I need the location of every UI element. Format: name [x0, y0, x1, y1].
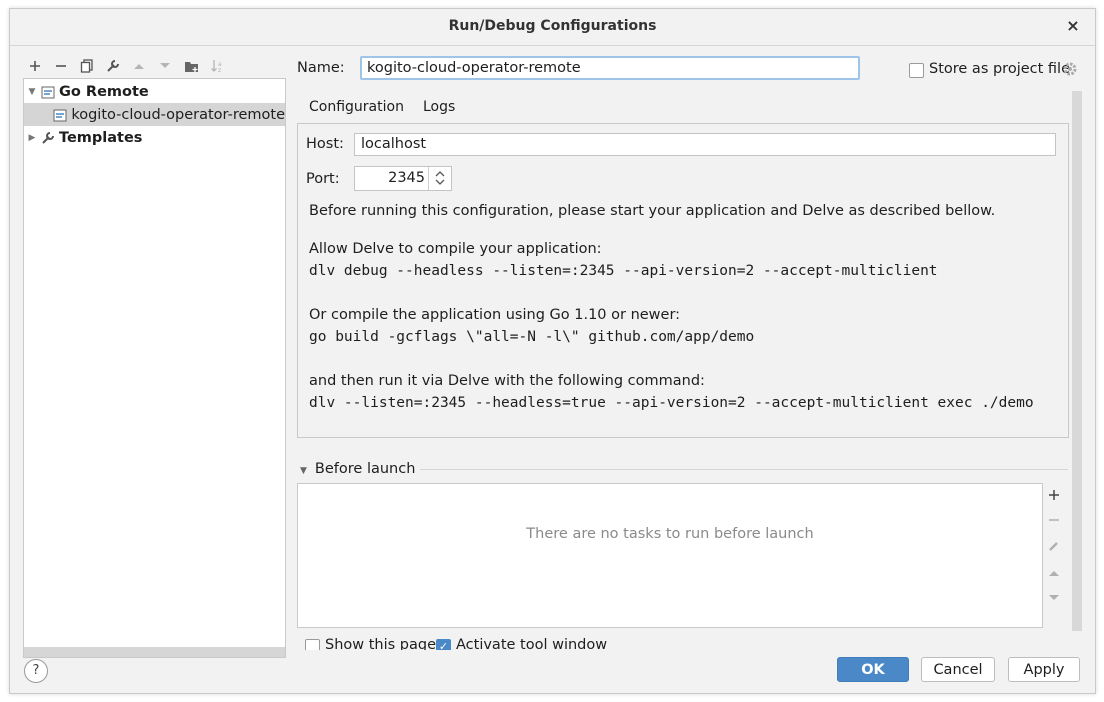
go-remote-icon [40, 84, 56, 100]
before-launch-label: Before launch [314, 461, 416, 477]
host-label: Host: [306, 136, 344, 152]
intro-text: Before running this configuration, pleas… [309, 203, 996, 219]
before-launch-tools [1043, 483, 1065, 626]
dialog-title: Run/Debug Configurations [448, 18, 657, 34]
collapsed-triangle-icon[interactable]: ▶ [24, 133, 40, 143]
sort-icon[interactable]: az [206, 55, 228, 77]
wrench-icon[interactable] [102, 55, 124, 77]
tree-node-templates[interactable]: ▶ Templates [24, 126, 285, 149]
cancel-button[interactable]: Cancel [921, 657, 995, 682]
ok-button[interactable]: OK [837, 657, 909, 682]
allow-text: Allow Delve to compile your application: [309, 241, 602, 257]
minus-icon[interactable] [1043, 510, 1065, 532]
command-build: go build -gcflags \"all=-N -l\" github.c… [309, 329, 755, 345]
tree-node-go-remote[interactable]: ▼ Go Remote [24, 80, 285, 103]
port-value: 2345 [388, 170, 425, 186]
show-page-label[interactable]: Show this page [325, 637, 436, 650]
config-toolbar: az [24, 55, 228, 77]
remove-icon[interactable] [50, 55, 72, 77]
arrow-down-icon[interactable] [1043, 587, 1065, 609]
host-input[interactable]: localhost [354, 133, 1056, 156]
help-button[interactable]: ? [24, 659, 48, 683]
tab-logs[interactable]: Logs [411, 93, 467, 123]
port-label: Port: [306, 171, 340, 187]
name-input[interactable]: kogito-cloud-operator-remote [360, 56, 860, 80]
or-compile-text: Or compile the application using Go 1.10… [309, 307, 681, 323]
copy-icon[interactable] [76, 55, 98, 77]
bottom-options: Show this page ✓ Activate tool window [305, 636, 805, 650]
move-down-icon[interactable] [154, 55, 176, 77]
show-page-checkbox[interactable] [305, 639, 320, 650]
name-label-text: Name: [297, 60, 345, 76]
move-up-icon[interactable] [128, 55, 150, 77]
pencil-icon[interactable] [1043, 536, 1065, 558]
form-vertical-scrollbar[interactable] [1072, 91, 1082, 631]
svg-text:z: z [218, 67, 221, 73]
then-run-text: and then run it via Delve with the follo… [309, 373, 705, 389]
port-stepper[interactable]: 2345 [354, 166, 452, 191]
close-icon[interactable]: × [1063, 16, 1083, 36]
tree-label-templates: Templates [59, 129, 143, 146]
before-launch-task-list[interactable]: There are no tasks to run before launch [297, 483, 1043, 628]
configuration-panel: Host: localhost Port: 2345 Before runnin… [297, 123, 1069, 438]
tree-item-config[interactable]: kogito-cloud-operator-remote [24, 103, 285, 126]
tree-label-go-remote: Go Remote [59, 83, 149, 100]
activate-tool-checkbox[interactable]: ✓ [436, 639, 451, 650]
tree-horizontal-scrollbar[interactable] [24, 647, 285, 657]
config-tree: ▼ Go Remote kogito-cloud-operator-remote… [23, 78, 286, 658]
go-remote-icon [52, 107, 68, 123]
collapse-triangle-icon[interactable]: ▼ [300, 466, 307, 476]
arrow-up-icon[interactable] [1043, 562, 1065, 584]
command-debug: dlv debug --headless --listen=:2345 --ap… [309, 263, 938, 279]
empty-tasks-text: There are no tasks to run before launch [526, 526, 814, 542]
store-as-project-label[interactable]: Store as project file [929, 61, 1070, 77]
activate-tool-label[interactable]: Activate tool window [456, 637, 607, 650]
folder-icon[interactable] [180, 55, 202, 77]
expanded-triangle-icon[interactable]: ▼ [24, 87, 40, 97]
name-label: Name: [297, 60, 345, 76]
tab-configuration[interactable]: Configuration [297, 93, 416, 126]
add-icon[interactable] [24, 55, 46, 77]
gear-icon[interactable] [1062, 61, 1078, 81]
command-exec: dlv --listen=:2345 --headless=true --api… [309, 395, 1034, 411]
wrench-icon [40, 130, 56, 146]
run-debug-dialog: Run/Debug Configurations × az ▼ Go Remot… [9, 8, 1096, 694]
plus-icon[interactable] [1043, 485, 1065, 507]
tree-label-config: kogito-cloud-operator-remote [71, 106, 285, 123]
store-as-project-checkbox[interactable] [909, 63, 924, 78]
section-divider [420, 469, 1068, 470]
apply-button[interactable]: Apply [1008, 657, 1080, 682]
port-spinner-arrows[interactable] [428, 167, 451, 190]
before-launch-header[interactable]: ▼ Before launch [300, 461, 415, 477]
title-bar: Run/Debug Configurations × [10, 9, 1095, 46]
